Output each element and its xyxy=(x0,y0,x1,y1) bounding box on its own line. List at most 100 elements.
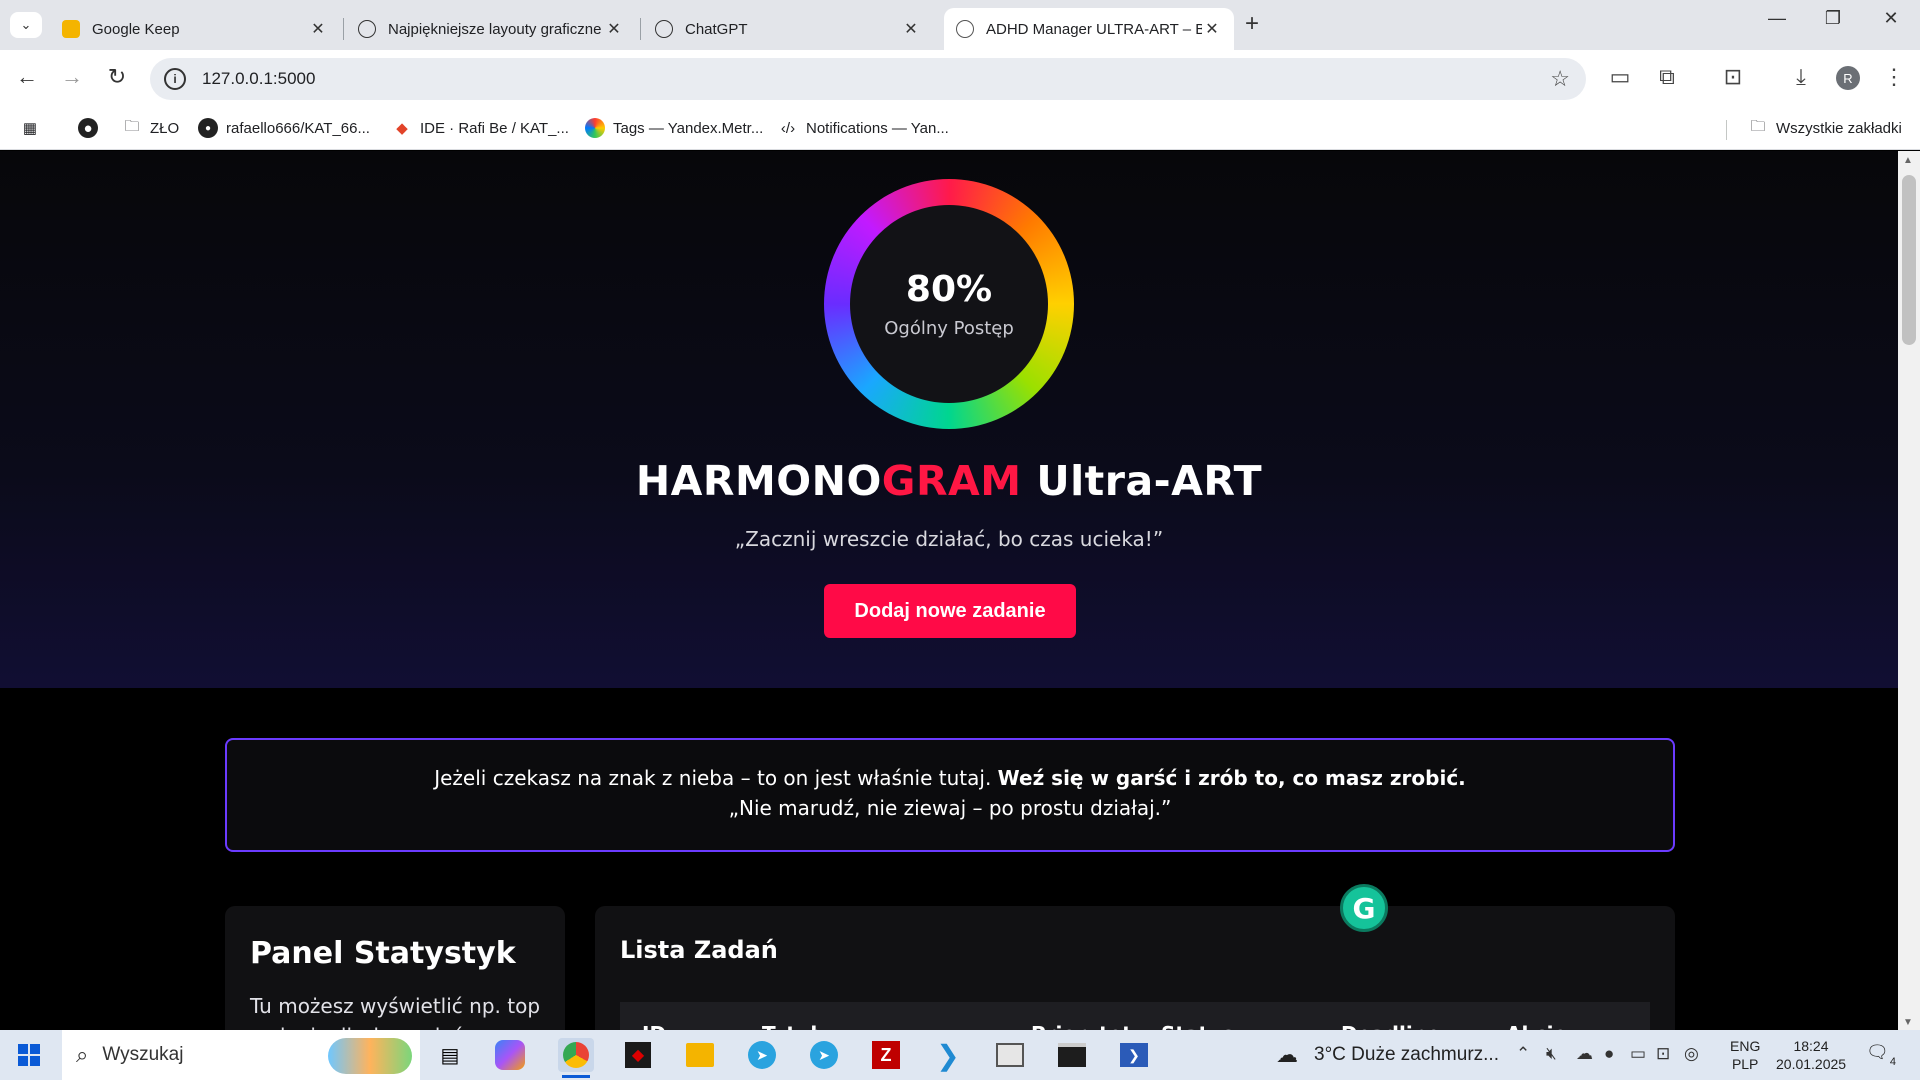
app-tray-icon[interactable]: ● xyxy=(1604,1044,1614,1064)
taskbar-search[interactable]: ⌕ Wyszukaj xyxy=(62,1030,420,1080)
scroll-down-icon[interactable]: ▼ xyxy=(1903,1017,1913,1028)
minimize-button[interactable]: — xyxy=(1762,8,1792,29)
network-icon[interactable]: ⊡ xyxy=(1656,1044,1670,1064)
tab-separator xyxy=(640,18,641,40)
tasks-table-header: ID Tytuł Priorytet Status Deadline Akcje xyxy=(620,1002,1650,1030)
bookmark-notifications[interactable]: ‹/› Notifications — Yan... xyxy=(778,118,949,138)
restore-button[interactable]: ❐ xyxy=(1818,8,1848,29)
page-title: HARMONOGRAM Ultra-ART xyxy=(0,457,1898,505)
grammarly-icon[interactable]: G xyxy=(1340,884,1388,932)
tab-adhd-manager[interactable]: ADHD Manager ULTRA-ART – B ✕ xyxy=(944,8,1234,50)
photos-icon[interactable] xyxy=(682,1038,718,1072)
stats-title: Panel Statystyk xyxy=(250,936,516,971)
site-info-icon[interactable]: i xyxy=(164,68,186,90)
bookmark-label: Notifications — Yan... xyxy=(806,119,949,137)
system-clock[interactable]: 18:24 20.01.2025 xyxy=(1776,1037,1846,1073)
weather-widget[interactable]: ☁ 3°C Duże zachmurz... xyxy=(1276,1042,1499,1068)
battery-icon[interactable]: ▭ xyxy=(1630,1044,1646,1064)
close-icon[interactable]: ✕ xyxy=(308,19,328,39)
weather-cloud-icon: ☁ xyxy=(1276,1042,1298,1067)
progress-label: Ogólny Postęp xyxy=(884,318,1014,339)
bookmark-github[interactable]: ● rafaello666/KAT_66... xyxy=(198,118,370,138)
chatgpt-icon xyxy=(358,20,376,38)
language-indicator[interactable]: ENG PLP xyxy=(1730,1037,1760,1073)
bookmark-gitlab[interactable]: ◆ IDE · Rafi Be / KAT_... xyxy=(392,118,569,138)
gitlab-icon: ◆ xyxy=(396,120,408,137)
app-dark-icon[interactable]: ◆ xyxy=(620,1038,656,1072)
all-bookmarks-folder[interactable]: 🗀 Wszystkie zakładki xyxy=(1748,117,1901,138)
screenshot-icon[interactable]: ⊡ xyxy=(1718,64,1748,90)
search-highlight-image xyxy=(328,1038,412,1074)
bookmark-star-icon[interactable]: ☆ xyxy=(1550,66,1570,92)
close-icon[interactable]: ✕ xyxy=(901,19,921,39)
terminal-icon[interactable] xyxy=(1054,1038,1090,1072)
github-icon[interactable]: ● xyxy=(78,118,106,138)
download-icon[interactable]: ⤓ xyxy=(1786,64,1816,90)
progress-ring-center: 80% Ogólny Postęp xyxy=(850,205,1048,403)
volume-muted-icon[interactable]: 🔇︎ xyxy=(1546,1044,1557,1064)
new-tab-button[interactable]: + xyxy=(1245,10,1259,38)
extensions-icon[interactable]: ⧉ xyxy=(1652,64,1682,90)
tab-layouts[interactable]: Najpiękniejsze layouty graficzne ✕ xyxy=(346,8,636,50)
scrollbar-thumb[interactable] xyxy=(1902,175,1916,345)
app-window-icon[interactable] xyxy=(992,1038,1028,1072)
arrow-left-icon: ← xyxy=(16,64,38,89)
tab-search-button[interactable]: ⌄ xyxy=(10,12,42,38)
motivation-box: Jeżeli czekasz na znak z nieba – to on j… xyxy=(225,738,1675,852)
browser-toolbar: ← → ↻ i 127.0.0.1:5000 ☆ ▭ ⧉ ⊡ ⤓ R ⋮ xyxy=(0,50,1920,108)
task-view-icon[interactable]: ▤ xyxy=(432,1038,468,1072)
reload-button[interactable]: ↻ xyxy=(102,64,132,90)
camera-icon[interactable]: ◎ xyxy=(1684,1044,1699,1064)
filezilla-icon[interactable]: Z xyxy=(868,1038,904,1072)
bookmarks-bar: ▦ ● 🗀 ZŁO ● rafaello666/KAT_66... ◆ IDE … xyxy=(0,108,1920,150)
cast-icon[interactable]: ▭ xyxy=(1605,64,1635,90)
powershell-icon[interactable]: ❯ xyxy=(1116,1038,1152,1072)
tab-google-keep[interactable]: Google Keep ✕ xyxy=(50,8,340,50)
bookmark-zlo[interactable]: 🗀 ZŁO xyxy=(122,118,179,138)
page-scrollbar[interactable]: ▲ ▼ xyxy=(1898,151,1920,1030)
scroll-up-icon[interactable]: ▲ xyxy=(1903,155,1913,166)
close-icon[interactable]: ✕ xyxy=(604,19,624,39)
telegram-icon[interactable]: ➤ xyxy=(806,1038,842,1072)
back-button[interactable]: ← xyxy=(12,64,42,90)
github-icon: ● xyxy=(198,118,218,138)
progress-ring: 80% Ogólny Postęp xyxy=(824,179,1074,429)
forward-button[interactable]: → xyxy=(57,64,87,90)
copilot-icon[interactable] xyxy=(495,1040,525,1070)
title-part-1: HARMONO xyxy=(635,457,882,505)
onedrive-icon[interactable]: ☁ xyxy=(1576,1044,1593,1064)
yandex-metrica-icon xyxy=(585,118,605,138)
column-actions: Akcje xyxy=(1506,1002,1626,1030)
tagline: „Zacznij wreszcie działać, bo czas uciek… xyxy=(734,527,1164,551)
apps-grid-icon[interactable]: ▦ xyxy=(20,118,48,138)
column-id: ID xyxy=(620,1002,740,1030)
profile-avatar[interactable]: R xyxy=(1836,66,1860,90)
tab-chatgpt[interactable]: ChatGPT ✕ xyxy=(643,8,933,50)
bookmark-yandex-tags[interactable]: Tags — Yandex.Metr... xyxy=(585,118,763,138)
tasks-panel: Lista Zadań ID Tytuł Priorytet Status De… xyxy=(595,906,1675,1030)
start-button[interactable] xyxy=(18,1044,40,1066)
bookmark-label: IDE · Rafi Be / KAT_... xyxy=(420,119,569,137)
chrome-taskbar-icon[interactable] xyxy=(558,1038,594,1078)
bookmark-label: Tags — Yandex.Metr... xyxy=(613,119,764,137)
notification-center[interactable]: 🗨︎ 4 xyxy=(1866,1042,1896,1068)
close-window-button[interactable]: ✕ xyxy=(1876,8,1906,29)
vscode-icon[interactable]: ❯ xyxy=(930,1038,966,1072)
address-bar[interactable]: i 127.0.0.1:5000 ☆ xyxy=(150,58,1586,100)
folder-icon: 🗀 xyxy=(1750,117,1766,135)
chevron-up-icon[interactable]: ⌃ xyxy=(1516,1044,1530,1064)
add-task-button[interactable]: Dodaj nowe zadanie xyxy=(824,584,1076,638)
menu-kebab-icon[interactable]: ⋮ xyxy=(1879,64,1909,90)
globe-icon xyxy=(956,20,974,38)
telegram-icon[interactable]: ➤ xyxy=(744,1038,780,1072)
notification-count: 4 xyxy=(1889,1056,1896,1068)
column-title: Tytuł xyxy=(740,1002,1031,1030)
close-icon[interactable]: ✕ xyxy=(1202,19,1222,39)
chevron-down-icon: ⌄ xyxy=(20,17,32,32)
clock-time: 18:24 xyxy=(1793,1038,1829,1054)
progress-percent: 80% xyxy=(905,269,993,310)
stats-text: Tu możesz wyświetlić np. top zadania, li… xyxy=(250,994,541,1030)
title-part-2: GRAM xyxy=(881,457,1022,505)
tab-title: ADHD Manager ULTRA-ART – B xyxy=(986,20,1202,38)
url-text[interactable]: 127.0.0.1:5000 xyxy=(202,69,315,89)
